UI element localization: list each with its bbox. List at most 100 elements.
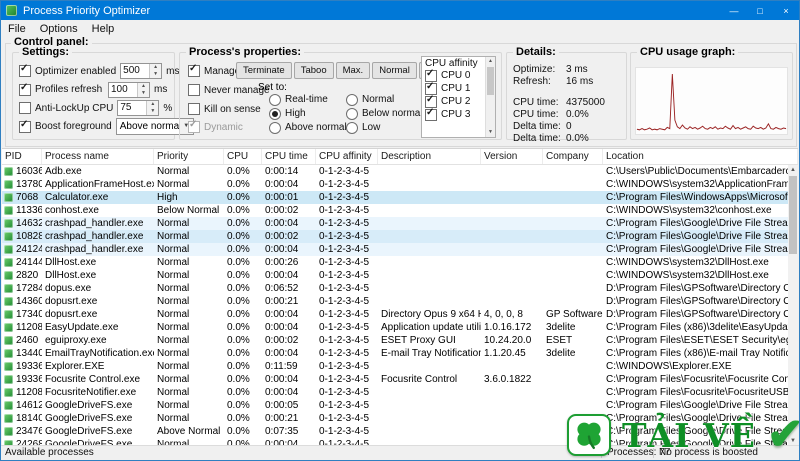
spinner-arrows-icon[interactable]: ▲ ▼ [146,101,159,116]
process-icon [4,297,13,306]
button-taboo[interactable]: Taboo [293,62,334,79]
scroll-up-icon[interactable]: ▲ [486,57,495,66]
minimize-button[interactable]: — [721,1,747,20]
button-normal[interactable]: Normal [372,62,417,79]
column-header-company[interactable]: Company [543,149,603,164]
profiles-refresh-checkbox[interactable] [19,82,31,96]
cell-desc [378,191,481,204]
cell-cpu: 0.0% [227,361,250,372]
column-header-process-name[interactable]: Process name [42,149,154,164]
radio-normal[interactable]: Normal [346,93,423,106]
table-row[interactable]: 11208 EasyUpdate.exe Normal 0.0% 0:00:04 0-1-… [2,321,788,334]
cell-time: 0:00:04 [265,322,299,333]
spinner-arrows-icon[interactable]: ▲ ▼ [137,82,149,97]
column-header-priority[interactable]: Priority [154,149,224,164]
affinity-scrollbar[interactable]: ▲ ▼ [485,57,495,137]
table-row[interactable]: 24124 crashpad_handler.exe Normal 0.0% 0:00:… [2,243,788,256]
spinner-arrows-icon[interactable]: ▲ ▼ [149,64,162,78]
cell-version [481,178,543,191]
cell-location: D:\Program Files\GPSoftware\Directory Op… [606,296,788,307]
boost-foreground-checkbox[interactable] [19,119,31,133]
anti-lockup-checkbox[interactable] [19,102,31,115]
column-header-cpu-time[interactable]: CPU time [262,149,316,164]
cell-version [481,386,543,399]
kill-on-sense-checkbox-row[interactable]: Kill on sense [188,103,261,115]
table-row[interactable]: 24144 DllHost.exe Normal 0.0% 0:00:26 0-1-2-3… [2,256,788,269]
table-row[interactable]: 11208 FocusriteNotifier.exe Normal 0.0% 0:00… [2,386,788,399]
anti-lockup-spinner[interactable]: 75 ▲ ▼ [117,100,160,117]
detail-key: CPU time: [513,97,559,108]
scroll-down-icon[interactable]: ▼ [486,128,495,137]
scrollbar-thumb[interactable] [487,67,494,95]
cell-desc [378,386,481,399]
checkbox-icon[interactable] [425,107,437,121]
cell-desc [378,269,481,282]
table-row[interactable]: 7068 Calculator.exe High 0.0% 0:00:01 0-1-2-3… [2,191,788,204]
column-header-description[interactable]: Description [378,149,481,164]
table-row[interactable]: 11336 conhost.exe Below Normal 0.0% 0:00:02 0… [2,204,788,217]
table-scrollbar[interactable]: ▲ ▼ [788,165,798,446]
never-manage-checkbox[interactable] [188,84,200,96]
profiles-refresh-spinner[interactable]: 100 ▲ ▼ [108,81,150,98]
titlebar[interactable]: Process Priority Optimizer — □ × [1,1,799,20]
table-row[interactable]: 19336 Explorer.EXE Normal 0.0% 0:11:59 0-1-2-… [2,360,788,373]
optimizer-interval-spinner[interactable]: 500 ▲ ▼ [120,63,163,79]
cell-version [481,269,543,282]
cell-priority: Normal [157,348,190,359]
radio-below-normal[interactable]: Below normal [346,107,423,120]
table-row[interactable]: 14360 dopusrt.exe Normal 0.0% 0:00:21 0-1-2-3… [2,295,788,308]
radio-low[interactable]: Low [346,121,423,134]
scrollbar-thumb[interactable] [789,176,797,254]
cell-cpu: 0.0% [227,166,250,177]
radio-col-1: Real-time High Above normal [269,93,347,134]
radio-real-time[interactable]: Real-time [269,93,347,106]
optimizer-enabled-checkbox[interactable] [19,63,31,77]
menu-options[interactable]: Options [33,22,85,36]
table-row[interactable]: 13440 EmailTrayNotification.exe Normal 0.0%… [2,347,788,360]
scroll-up-icon[interactable]: ▲ [788,165,798,175]
radio-above-normal[interactable]: Above normal [269,121,347,134]
cell-cpu: 0.0% [227,179,250,190]
maximize-button[interactable]: □ [747,1,773,20]
column-header-version[interactable]: Version [481,149,543,164]
cell-cpu: 0.0% [227,283,250,294]
managed-checkbox[interactable] [188,63,200,77]
radio-label: Below normal [362,108,423,119]
table-row[interactable]: 14632 crashpad_handler.exe Normal 0.0% 0:00:… [2,217,788,230]
process-icon [4,336,13,345]
button-max[interactable]: Max. [335,62,371,79]
table-row[interactable]: 16036 Adb.exe Normal 0.0% 0:00:14 0-1-2-3-4-5… [2,165,788,178]
column-header-location[interactable]: Location [603,149,798,164]
radio-dot-icon[interactable] [269,93,281,106]
radio-dot-icon[interactable] [269,121,281,134]
cell-name: Adb.exe [45,166,82,177]
radio-dot-icon[interactable] [346,121,358,134]
setting-anti-lockup-cpu: Anti-LockUp CPU 75 ▲ ▼ % [19,100,172,117]
radio-high[interactable]: High [269,107,347,120]
cell-cpu: 0.0% [227,270,250,281]
table-row[interactable]: 19336 Focusrite Control.exe Normal 0.0% 0:00… [2,373,788,386]
cell-priority: Normal [157,244,190,255]
radio-dot-icon[interactable] [269,107,281,120]
menu-file[interactable]: File [1,22,33,36]
setting-profiles-refresh: Profiles refresh 100 ▲▼ ms [19,81,169,98]
menu-help[interactable]: Help [85,22,122,36]
table-row[interactable]: 2460 eguiproxy.exe Normal 0.0% 0:00:02 0-1-2-… [2,334,788,347]
table-row[interactable]: 10828 crashpad_handler.exe Normal 0.0% 0:00:… [2,230,788,243]
setting-boost-foreground: Boost foreground Above normal ▼ [19,118,194,136]
table-row[interactable]: 2820 DllHost.exe Normal 0.0% 0:00:04 0-1-2-3-… [2,269,788,282]
download-watermark[interactable]: TẢI VỀ ✔ [567,410,799,460]
close-button[interactable]: × [773,1,799,20]
kill-on-sense-checkbox[interactable] [188,103,200,115]
column-header-cpu[interactable]: CPU [224,149,262,164]
table-row[interactable]: 17284 dopus.exe Normal 0.0% 0:06:52 0-1-2-3-4… [2,282,788,295]
radio-dot-icon[interactable] [346,107,358,120]
column-header-pid[interactable]: PID [2,149,42,164]
table-row[interactable]: 13780 ApplicationFrameHost.exe Normal 0.0% 0… [2,178,788,191]
cell-version [481,282,543,295]
button-terminate[interactable]: Terminate [236,62,292,79]
cell-version [481,256,543,269]
table-row[interactable]: 17340 dopusrt.exe Normal 0.0% 0:00:04 0-1-2-3… [2,308,788,321]
column-header-cpu-affinity[interactable]: CPU affinity [316,149,378,164]
radio-dot-icon[interactable] [346,93,358,106]
